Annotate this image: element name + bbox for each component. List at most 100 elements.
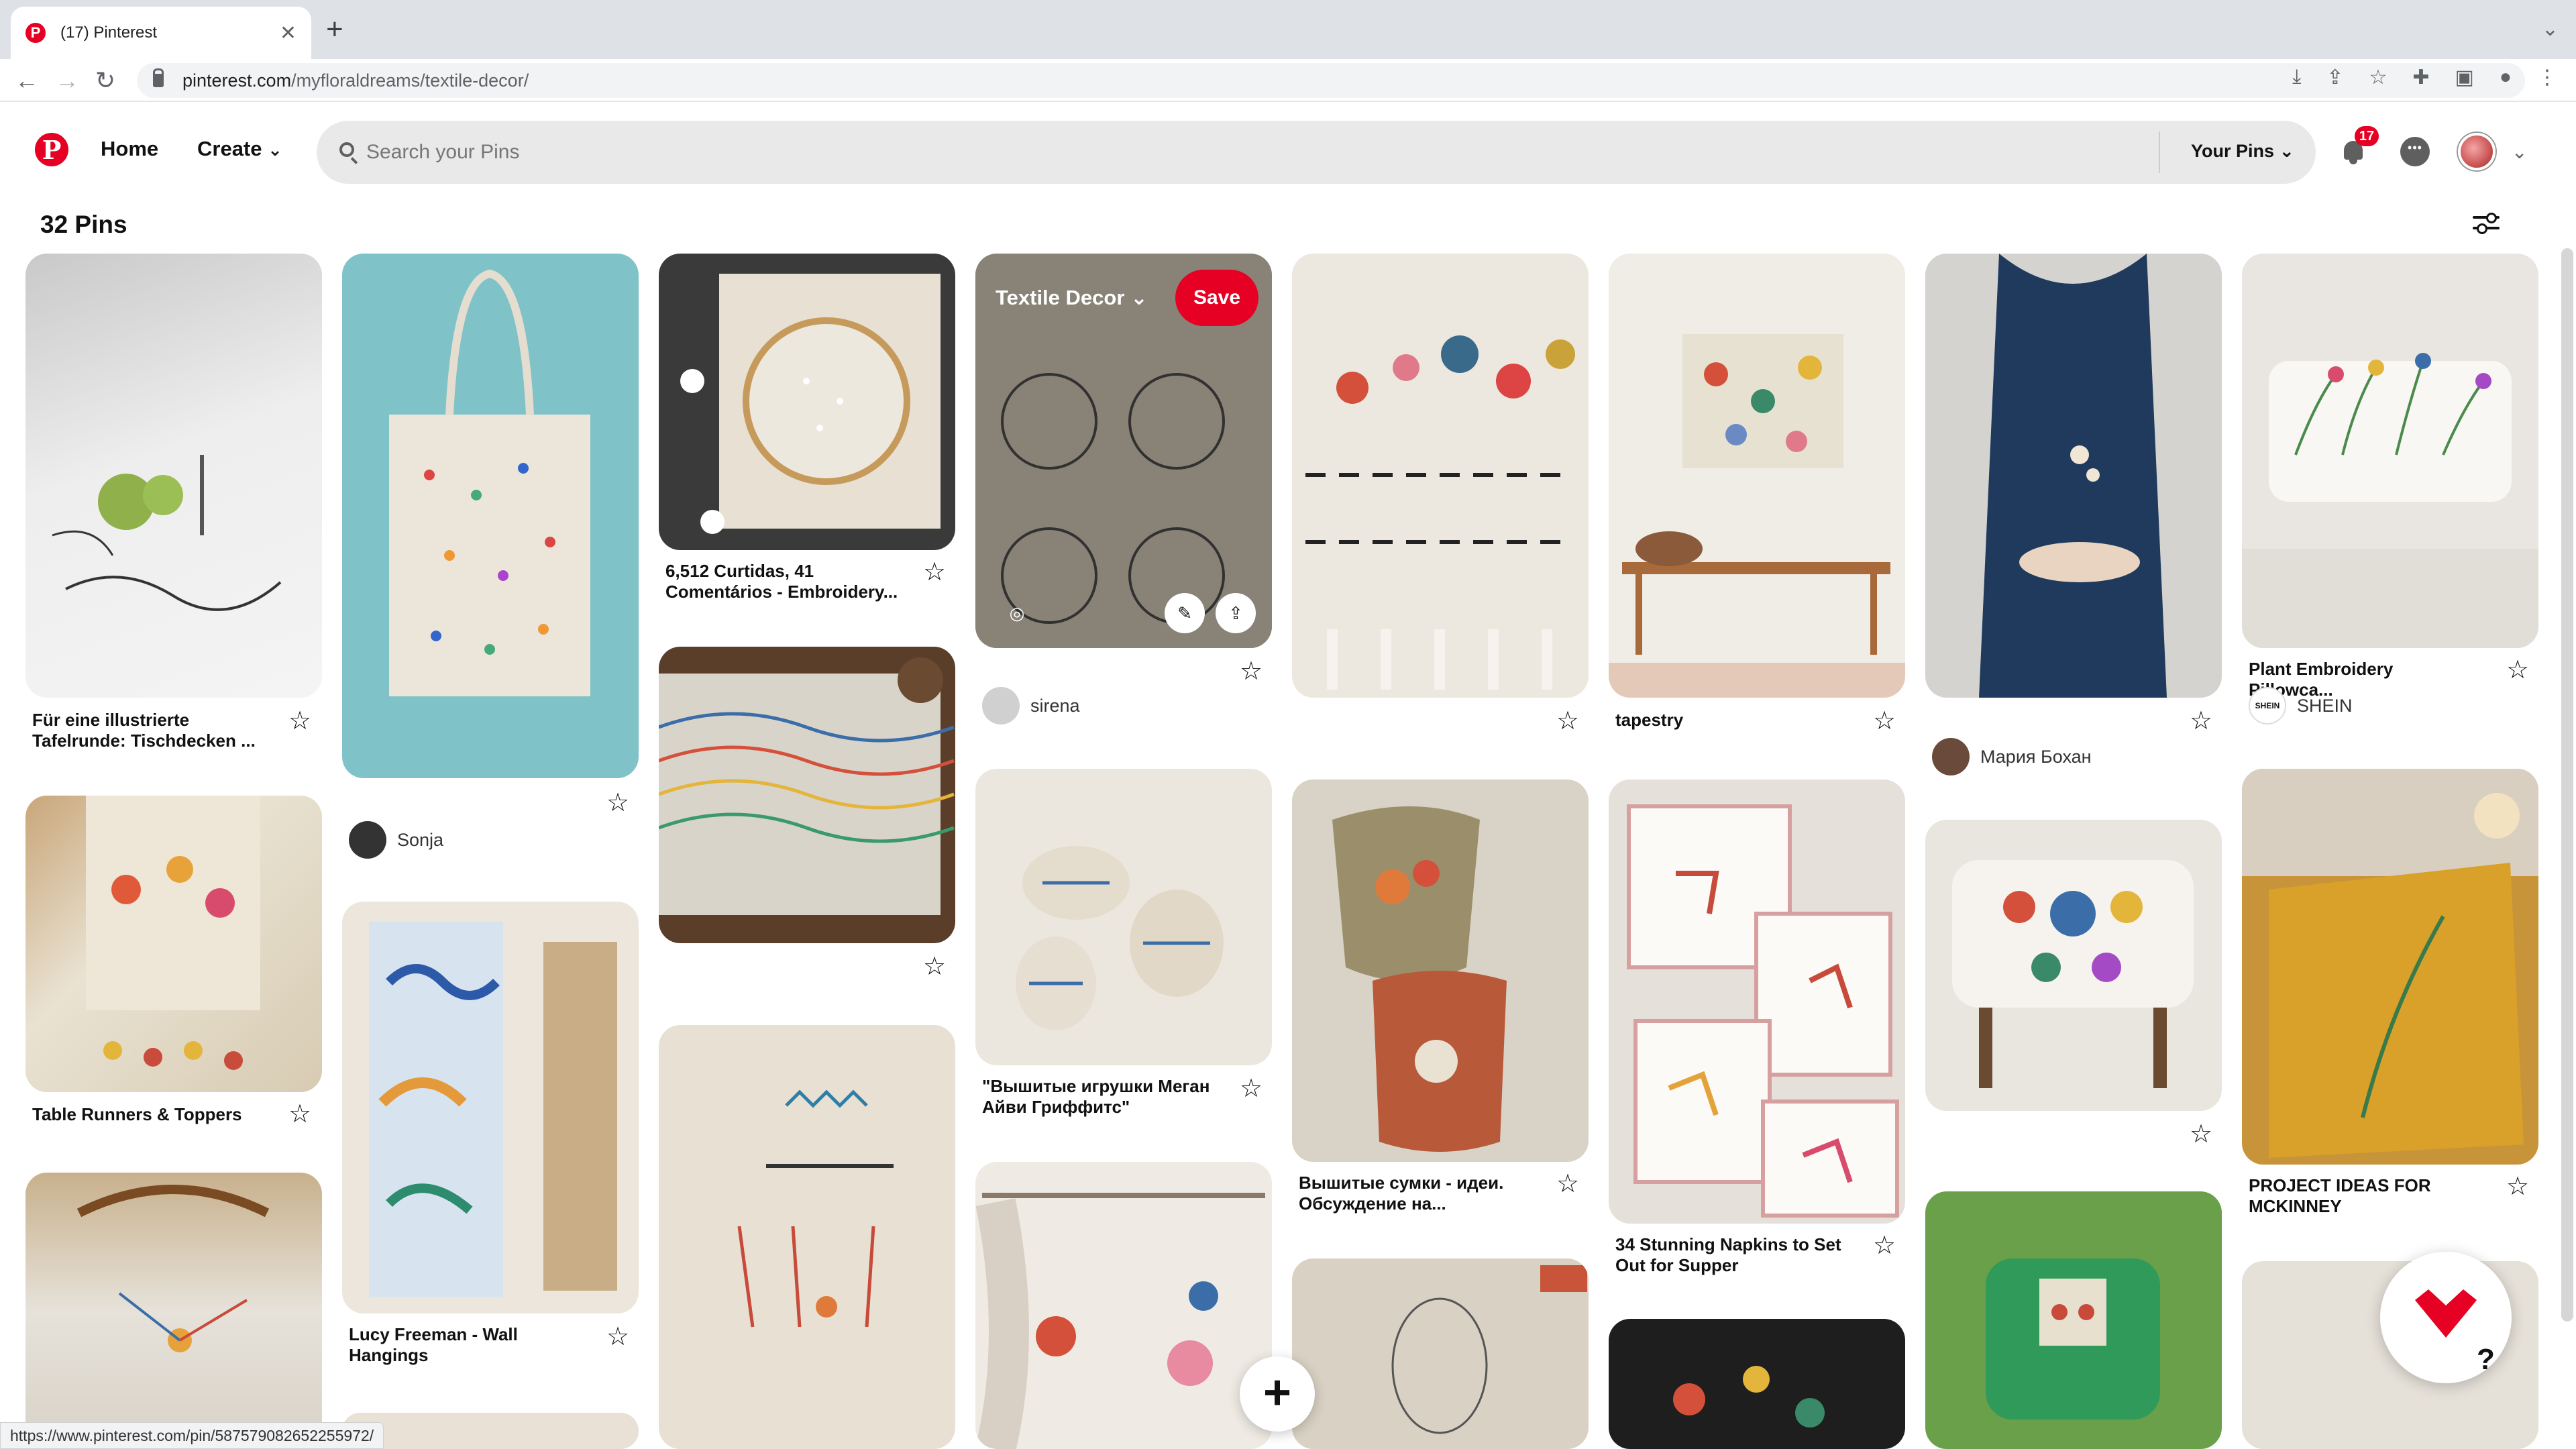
pin-image[interactable] [25, 254, 322, 698]
pin-image[interactable] [1609, 254, 1905, 698]
towel-embroidery-illustration [1305, 335, 1575, 690]
edit-pencil-icon[interactable]: ✎ [1165, 593, 1205, 633]
visual-search-icon[interactable]: ◎ [1005, 593, 1029, 633]
share-icon[interactable]: ⇪ [2326, 66, 2343, 89]
forward-arrow-icon[interactable]: → [55, 66, 79, 95]
pin-image[interactable] [342, 1413, 639, 1449]
pin-creator[interactable]: SHEIN SHEIN [2249, 687, 2353, 724]
pin-image[interactable] [1925, 254, 2222, 698]
save-star-icon[interactable]: ☆ [1873, 708, 1896, 734]
pin-image[interactable] [1925, 1191, 2222, 1449]
search-bar[interactable]: Your Pins ⌄ [317, 121, 2316, 184]
tab-search-chevron-icon[interactable]: ⌄ [2542, 17, 2559, 41]
browser-menu-icon[interactable]: ⋮ [2537, 66, 2557, 89]
pin-creator[interactable]: Sonja [349, 821, 443, 859]
save-star-icon[interactable]: ☆ [2190, 708, 2212, 734]
save-star-icon[interactable]: ☆ [1556, 708, 1579, 734]
help-button[interactable]: ? [2380, 1252, 2512, 1383]
pin-image[interactable] [25, 1173, 322, 1449]
embroidered-pouches-illustration [1332, 806, 1507, 1152]
new-tab-button[interactable]: + [326, 15, 343, 44]
install-app-icon[interactable]: ⤓ [2292, 66, 2301, 89]
pin-title[interactable]: Lucy Freeman - Wall Hangings [349, 1324, 597, 1366]
save-star-icon[interactable]: ☆ [288, 1102, 311, 1127]
tab-close-icon[interactable]: ✕ [280, 21, 297, 45]
notification-count-badge: 17 [2355, 126, 2379, 146]
pin-image[interactable] [975, 1162, 1272, 1449]
pin-title[interactable]: 6,512 Curtidas, 41 Comentários - Embroid… [665, 561, 914, 602]
address-bar[interactable]: pinterest.com/myfloraldreams/textile-dec… [137, 63, 2525, 98]
lock-icon [153, 68, 164, 87]
share-upload-icon[interactable]: ⇪ [1216, 593, 1256, 633]
chevron-down-icon: ⌄ [2279, 141, 2295, 161]
pin-creator[interactable]: Мария Бохан [1932, 738, 2092, 775]
pin-title[interactable]: Table Runners & Toppers [32, 1104, 280, 1125]
pin-image[interactable] [1925, 820, 2222, 1111]
page-scrollbar[interactable] [2561, 248, 2573, 1322]
save-star-icon[interactable]: ☆ [923, 954, 946, 979]
browser-tab[interactable]: P (17) Pinterest ✕ [11, 7, 311, 59]
pin-title[interactable]: 34 Stunning Napkins to Set Out for Suppe… [1615, 1234, 1864, 1276]
apron-illustration [1979, 254, 2167, 698]
pin-image[interactable] [659, 254, 955, 550]
save-star-icon[interactable]: ☆ [606, 1324, 629, 1350]
save-star-icon[interactable]: ☆ [1556, 1171, 1579, 1197]
pin-image[interactable] [1292, 1258, 1589, 1449]
save-button[interactable]: Save [1175, 270, 1258, 326]
pin-image[interactable] [2242, 769, 2538, 1165]
pin-image[interactable] [659, 647, 955, 943]
napkins-illustration [1627, 804, 1899, 1218]
filter-settings-icon[interactable] [2473, 212, 2500, 235]
pin-image[interactable] [2242, 254, 2538, 648]
pin-image[interactable] [25, 796, 322, 1092]
save-star-icon[interactable]: ☆ [1240, 1076, 1263, 1102]
save-star-icon[interactable]: ☆ [606, 790, 629, 816]
extensions-puzzle-icon[interactable]: ✚ [2412, 66, 2429, 89]
pin-title[interactable]: tapestry [1615, 710, 1864, 731]
pin-title[interactable]: Вышитые сумки - идеи. Обсуждение на... [1299, 1173, 1547, 1214]
url-path: /myfloraldreams/textile-decor/ [291, 70, 529, 91]
pin-image[interactable] [1292, 254, 1589, 698]
pin-image[interactable] [342, 902, 639, 1313]
messages-icon[interactable] [2400, 137, 2430, 166]
account-chevron-down-icon[interactable]: ⌄ [2512, 141, 2527, 163]
save-star-icon[interactable]: ☆ [923, 559, 946, 585]
board-select-dropdown[interactable]: Textile Decor ⌄ [996, 286, 1148, 310]
url-text[interactable]: pinterest.com/myfloraldreams/textile-dec… [182, 70, 529, 91]
creator-name: Sonja [397, 829, 444, 850]
pinterest-logo-icon[interactable]: P [35, 133, 68, 166]
pin-image[interactable] [1609, 1319, 1905, 1449]
add-pin-button[interactable]: + [1240, 1356, 1315, 1432]
pin-image[interactable] [342, 254, 639, 778]
back-arrow-icon[interactable]: ← [15, 66, 39, 95]
profile-icon[interactable]: ● [2500, 66, 2512, 89]
save-star-icon[interactable]: ☆ [2506, 657, 2529, 683]
save-star-icon[interactable]: ☆ [1240, 659, 1263, 684]
pin-image[interactable] [1292, 780, 1589, 1162]
user-avatar[interactable] [2458, 133, 2496, 170]
reload-icon[interactable]: ↻ [95, 66, 115, 95]
save-star-icon[interactable]: ☆ [288, 708, 311, 734]
pin-creator[interactable]: sirena [982, 687, 1080, 724]
create-label: Create [197, 137, 262, 160]
search-input[interactable] [366, 121, 2178, 184]
pin-image[interactable] [1609, 780, 1905, 1224]
pin-title[interactable]: "Вышитые игрушки Меган Айви Гриффитс" [982, 1076, 1230, 1118]
portrait-sketch-illustration [1391, 1265, 1587, 1434]
bookmark-star-icon[interactable]: ☆ [2369, 66, 2387, 89]
your-pins-dropdown[interactable]: Your Pins ⌄ [2191, 141, 2294, 162]
save-star-icon[interactable]: ☆ [1873, 1233, 1896, 1258]
nav-create-dropdown[interactable]: Create ⌄ [197, 137, 282, 161]
side-panel-icon[interactable]: ▣ [2455, 66, 2474, 89]
pin-title[interactable]: Für eine illustrierte Tafelrunde: Tischd… [32, 710, 280, 751]
pin-title[interactable]: PROJECT IDEAS FOR MCKINNEY [2249, 1175, 2477, 1217]
pins-count: 32 Pins [40, 211, 127, 238]
save-star-icon[interactable]: ☆ [2506, 1174, 2529, 1199]
browser-extension-icons: ⤓ ⇪ ☆ ✚ ▣ ● ⋮ [2292, 66, 2557, 89]
pin-image[interactable] [975, 769, 1272, 1065]
save-star-icon[interactable]: ☆ [2190, 1122, 2212, 1147]
table-runner-illustration [86, 796, 260, 1070]
pin-image-hovered[interactable]: Textile Decor ⌄ Save ◎ ✎ ⇪ [975, 254, 1272, 648]
pin-image[interactable] [659, 1025, 955, 1449]
nav-home[interactable]: Home [101, 137, 158, 161]
